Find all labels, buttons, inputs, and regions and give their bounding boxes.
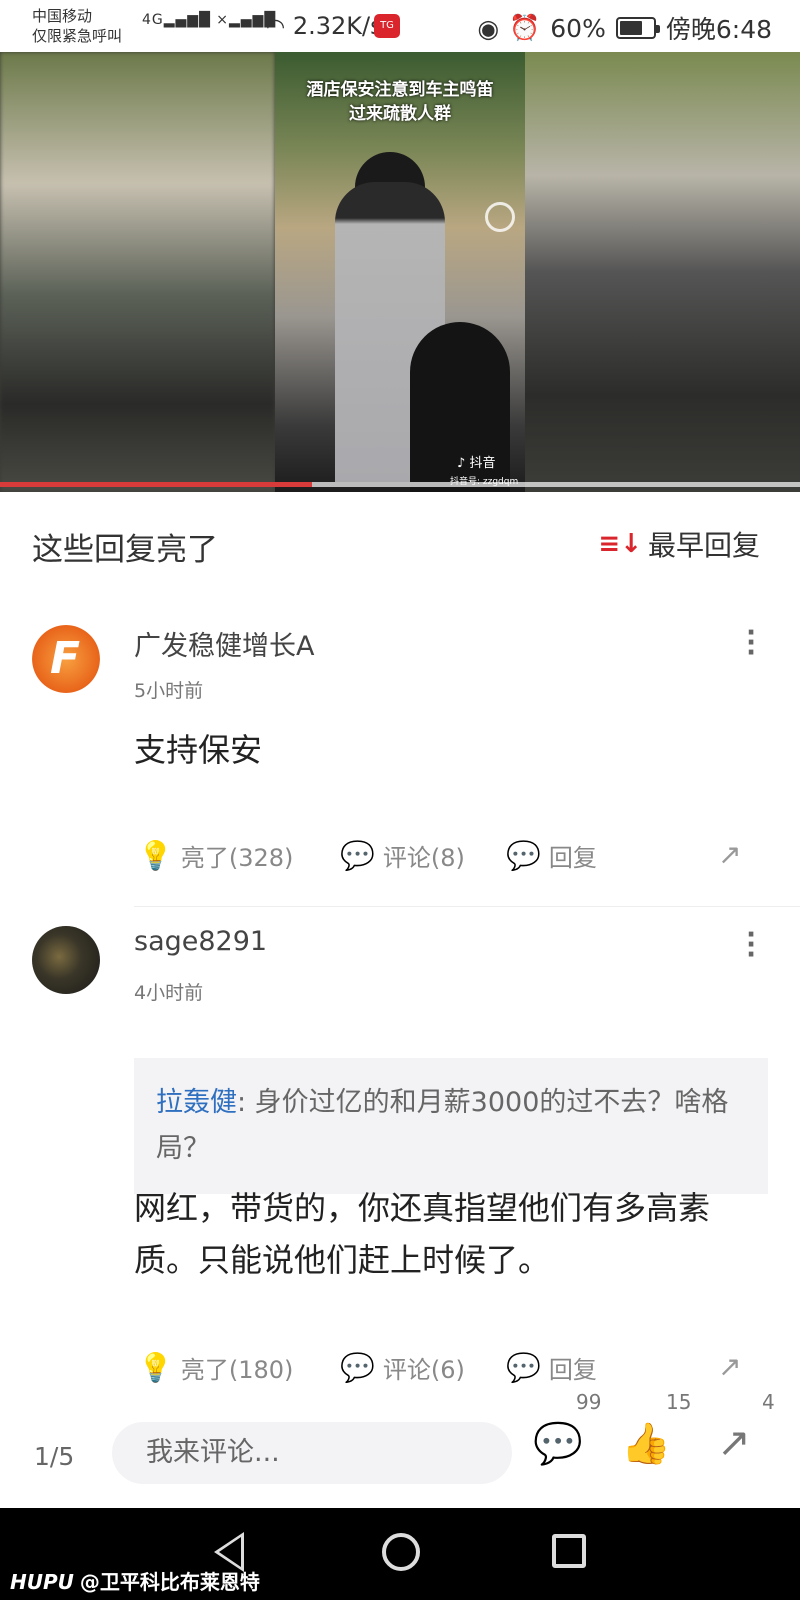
like-button[interactable]: 💡 亮了(328) — [138, 838, 293, 873]
comment-count-badge: 99 — [576, 1390, 602, 1414]
comment-text: 支持保安 — [134, 731, 263, 769]
watermark-user: @卫平科比布莱恩特 — [79, 1570, 260, 1594]
comment-username[interactable]: sage8291 — [134, 926, 267, 957]
divider — [134, 906, 800, 907]
reply-button[interactable]: 💬 回复 — [506, 838, 597, 873]
reply-label: 回复 — [548, 1356, 597, 1384]
platform-name: 抖音 — [469, 456, 496, 471]
like-count: 亮了(180) — [180, 1356, 294, 1384]
quoted-text: : 身价过亿的和月薪3000的过不去？啥格局？ — [156, 1087, 729, 1164]
speed-value: 2.32K/s — [292, 12, 383, 40]
video-progress-fill — [0, 482, 312, 487]
status-bar: 中国移动 仅限紧急呼叫 4G▂▄▆█ ×▂▄▆█ ◠ 2.32K/s TG ◉ … — [0, 0, 800, 52]
avatar[interactable] — [32, 926, 100, 994]
comments-button[interactable]: 💬 评论(6) — [340, 1350, 465, 1385]
comments-button[interactable]: 💬 评论(8) — [340, 838, 465, 873]
fund-logo-icon: F — [50, 633, 81, 684]
battery-icon — [615, 17, 660, 39]
section-title: 这些回复亮了 — [32, 532, 218, 568]
comment-actions: 💡 亮了(328) 💬 评论(8) 💬 回复 ↗ — [134, 838, 784, 898]
sort-label: 最早回复 — [647, 529, 760, 562]
like-button[interactable]: 💡 亮了(180) — [138, 1350, 293, 1385]
bulb-icon: 💡 — [138, 1351, 173, 1384]
page-indicator: 1/5 — [34, 1442, 75, 1471]
hupu-logo: HUPU — [10, 1570, 74, 1594]
reply-count: 评论(6) — [382, 1356, 465, 1384]
comment-icon: 💬 — [340, 839, 375, 872]
eye-icon: ◉ — [477, 13, 500, 43]
home-icon[interactable] — [382, 1533, 420, 1571]
share-icon[interactable]: ↗ — [718, 1350, 741, 1383]
comment-icon[interactable]: 💬 — [528, 1420, 588, 1480]
comment-time: 4小时前 — [134, 982, 204, 1004]
more-options-icon[interactable]: · · · — [746, 922, 756, 968]
like-count-badge: 15 — [666, 1390, 692, 1414]
reply-count: 评论(8) — [382, 844, 465, 872]
carrier-sub: 仅限紧急呼叫 — [32, 27, 123, 45]
quoted-reply[interactable]: 拉轰健: 身价过亿的和月薪3000的过不去？啥格局？ — [134, 1058, 768, 1194]
avatar[interactable]: F — [32, 625, 100, 693]
battery-percent: 60% — [550, 13, 606, 43]
bottom-bar: 1/5 我来评论... 99 💬 15 👍 4 ↗ — [0, 1390, 800, 1508]
bulb-icon: 💡 — [138, 839, 173, 872]
status-right: ◉ ⏰ 60% 傍晚6:48 — [477, 10, 772, 46]
recent-apps-icon[interactable] — [552, 1534, 586, 1568]
quoted-username[interactable]: 拉轰健 — [156, 1087, 237, 1118]
section-header: 这些回复亮了 ≡↓ 最早回复 — [0, 500, 800, 600]
clock: 傍晚6:48 — [665, 15, 772, 44]
carrier-name: 中国移动 — [32, 7, 93, 25]
comment-icon: 💬 — [340, 1351, 375, 1384]
thumbs-up-icon[interactable]: 👍 — [616, 1420, 676, 1480]
video-caption-line2: 过来疏散人群 — [349, 104, 451, 124]
network-speed: ◠ 2.32K/s — [266, 12, 383, 40]
video-watermark-icon — [485, 202, 515, 232]
video-blur-left — [0, 52, 275, 492]
sort-button[interactable]: ≡↓ 最早回复 — [598, 524, 760, 564]
video-player[interactable]: 酒店保安注意到车主鸣笛 过来疏散人群 ♪ 抖音 抖音号: zzgdqm — [0, 52, 800, 492]
comment-input[interactable]: 我来评论... — [112, 1422, 512, 1484]
system-nav-bar: HUPU @卫平科比布莱恩特 — [0, 1508, 800, 1600]
video-progress-bar[interactable] — [0, 482, 800, 487]
reply-icon: 💬 — [506, 839, 541, 872]
watermark: HUPU @卫平科比布莱恩特 — [10, 1566, 260, 1595]
video-frame: 酒店保安注意到车主鸣笛 过来疏散人群 ♪ 抖音 抖音号: zzgdqm — [275, 52, 525, 492]
video-caption: 酒店保安注意到车主鸣笛 过来疏散人群 — [275, 78, 525, 126]
reply-label: 回复 — [548, 844, 597, 872]
video-blur-right — [524, 52, 800, 492]
more-options-icon[interactable]: · · · — [746, 620, 756, 666]
reply-icon: 💬 — [506, 1351, 541, 1384]
app-badge-icon: TG — [374, 14, 400, 38]
sort-desc-icon: ≡↓ — [598, 529, 642, 559]
comment-text: 网红，带货的，你还真指望他们有多高素质。只能说他们赶上时候了。 — [134, 1189, 711, 1279]
reply-button[interactable]: 💬 回复 — [506, 1350, 597, 1385]
share-count-badge: 4 — [762, 1390, 775, 1414]
signal-icon: 4G▂▄▆█ ×▂▄▆█ — [142, 12, 277, 28]
video-caption-line1: 酒店保安注意到车主鸣笛 — [306, 80, 494, 100]
wifi-icon: ◠ — [266, 15, 286, 40]
network-type: 4G — [142, 12, 164, 28]
tiktok-logo: ♪ 抖音 — [457, 456, 496, 471]
comment-username[interactable]: 广发稳健增长A — [134, 624, 314, 663]
like-count: 亮了(328) — [180, 844, 294, 872]
share-icon[interactable]: ↗ — [704, 1420, 764, 1480]
comment-time: 5小时前 — [134, 680, 204, 702]
share-icon[interactable]: ↗ — [718, 838, 741, 871]
carrier-info: 中国移动 仅限紧急呼叫 — [32, 6, 122, 46]
alarm-icon: ⏰ — [509, 13, 541, 42]
